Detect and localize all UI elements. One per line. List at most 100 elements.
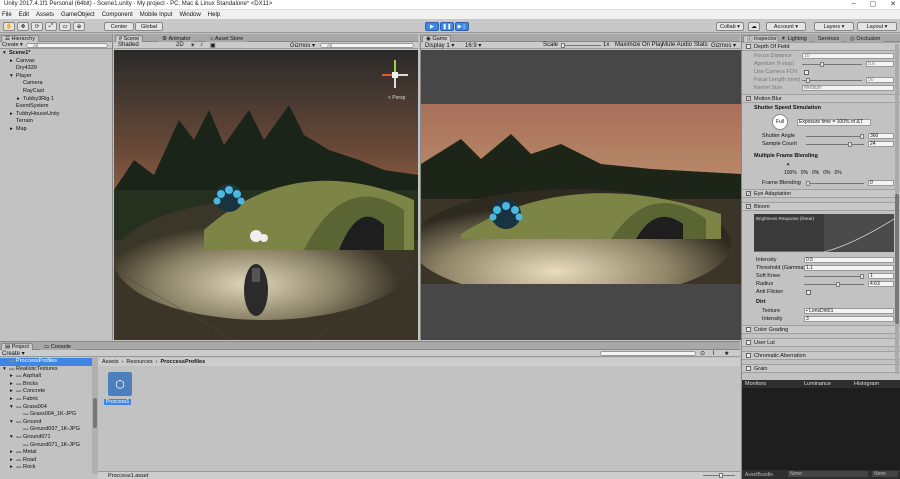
menu-edit[interactable]: Edit	[19, 12, 29, 18]
close-icon[interactable]: ✕	[890, 0, 896, 8]
grain-checkbox[interactable]	[746, 366, 751, 371]
favorite-star-icon[interactable]: ★	[724, 350, 729, 357]
hierarchy-item[interactable]: ▸ TubbyHouseUnity	[0, 111, 112, 119]
eye-adaptation-header[interactable]: ✓ Eye Adaptation	[742, 189, 900, 198]
play-button[interactable]: ▶	[425, 22, 439, 31]
sample-count-slider[interactable]	[806, 142, 864, 147]
motion-blur-header[interactable]: ✓ Motion Blur	[742, 94, 900, 103]
mode-2d-toggle[interactable]: 2D	[176, 42, 184, 48]
tab-lighting[interactable]: ☀ Lighting	[777, 35, 811, 42]
filter-by-type-icon[interactable]: ⊙	[700, 350, 705, 357]
project-tree-item[interactable]: ▸ ▬ Metal	[0, 449, 92, 457]
hierarchy-item[interactable]: Dry4339	[0, 65, 112, 73]
menu-help[interactable]: Help	[208, 12, 220, 18]
tab-project[interactable]: ▤ Project	[1, 343, 33, 350]
tab-console[interactable]: ▭ Console	[40, 343, 75, 350]
sample-count-field[interactable]: 24	[868, 141, 894, 147]
project-tree-item[interactable]: ▸ ▬ Rock	[0, 464, 92, 472]
tab-inspector[interactable]: ⓘ Inspector	[743, 35, 781, 43]
project-tree-item[interactable]: ▸ ▬ Road	[0, 457, 92, 465]
transform-tool-icon[interactable]: ⊕	[73, 22, 85, 31]
frame-blending-field[interactable]: 0	[868, 180, 894, 186]
hierarchy-item[interactable]: ▸ Map	[0, 126, 112, 134]
rect-tool-icon[interactable]: ▭	[59, 22, 71, 31]
minimize-icon[interactable]: –	[852, 0, 856, 8]
shutter-angle-field[interactable]: 360	[868, 133, 894, 139]
use-camera-fov-checkbox[interactable]	[804, 69, 809, 75]
rotate-tool-icon[interactable]: ⟳	[31, 22, 43, 31]
bloom-intensity-field[interactable]: 0.5	[804, 257, 894, 263]
layout-dropdown[interactable]: Layout ▾	[857, 22, 897, 31]
maximize-on-play-toggle[interactable]: Maximize On Play	[615, 42, 663, 48]
display-dropdown[interactable]: Display 1 ▾	[425, 42, 454, 49]
hand-tool-icon[interactable]: ✋	[3, 22, 15, 31]
maximize-icon[interactable]: ▢	[870, 0, 877, 8]
focal-length-field[interactable]: 50	[866, 77, 894, 83]
kernel-size-dropdown[interactable]: Medium	[802, 85, 894, 91]
project-tree-item[interactable]: ▸ ▬ Asphalt	[0, 373, 92, 381]
dirt-texture-field[interactable]: ▪ LensDirt01	[804, 308, 894, 314]
stats-toggle[interactable]: Stats	[694, 42, 708, 48]
step-button[interactable]: ▶❘	[455, 22, 469, 31]
menu-assets[interactable]: Assets	[36, 12, 54, 18]
tab-monitors[interactable]: Monitors	[745, 381, 766, 387]
menu-gameobject[interactable]: GameObject	[61, 12, 95, 18]
shutter-angle-slider[interactable]	[806, 134, 864, 139]
cloud-icon[interactable]: ☁	[748, 22, 760, 31]
pivot-global-button[interactable]: Global	[135, 22, 163, 31]
project-create-button[interactable]: Create ▾	[2, 350, 25, 357]
chromatic-aberration-header[interactable]: Chromatic Aberration	[742, 351, 900, 360]
project-tree-item[interactable]: ▾ ▬ Grass004	[0, 404, 92, 412]
hierarchy-item[interactable]: RayCast	[0, 88, 112, 96]
icon-size-slider[interactable]	[703, 473, 735, 478]
layers-dropdown[interactable]: Layers ▾	[814, 22, 854, 31]
scale-tool-icon[interactable]: ⤢	[45, 22, 57, 31]
menu-file[interactable]: File	[2, 12, 12, 18]
scene-audio-icon[interactable]: ♪	[200, 42, 203, 48]
color-grading-checkbox[interactable]	[746, 327, 751, 332]
menu-mobile-input[interactable]: Mobile Input	[140, 12, 173, 18]
tab-occlusion[interactable]: ◎ Occlusion	[846, 35, 885, 42]
chromatic-aberration-checkbox[interactable]	[746, 353, 751, 358]
grain-header[interactable]: Grain	[742, 364, 900, 373]
monitor-histogram-dropdown[interactable]: Histogram	[854, 381, 879, 387]
tab-hierarchy[interactable]: ☰ Hierarchy	[1, 35, 40, 42]
project-tree-item[interactable]: ▾ ▬ RealisticTextures	[0, 366, 92, 374]
aspect-dropdown[interactable]: 16:9 ▾	[465, 42, 481, 49]
asset-name-label[interactable]: Proccess1	[104, 399, 132, 405]
menu-component[interactable]: Component	[102, 12, 133, 18]
hierarchy-item[interactable]: Terrain	[0, 118, 112, 126]
shading-mode-dropdown[interactable]: Shaded	[118, 42, 139, 48]
hierarchy-item[interactable]: ▾ Player	[0, 73, 112, 81]
hierarchy-item[interactable]: ▸ Tubby3Rig 1	[0, 96, 112, 104]
tab-scene[interactable]: # Scene	[115, 35, 144, 42]
color-grading-header[interactable]: Color Grading	[742, 325, 900, 334]
project-tree-item[interactable]: ▬ Grass004_1K-JPG	[0, 411, 92, 419]
unity-asset-icon[interactable]: ⬡	[108, 372, 132, 396]
scene-search-input[interactable]: All	[320, 43, 414, 48]
bloom-checkbox[interactable]: ✓	[746, 204, 751, 209]
account-dropdown[interactable]: Account ▾	[766, 22, 806, 31]
assetbundle-name-dropdown[interactable]: None	[788, 471, 868, 477]
collab-button[interactable]: Collab ▾	[716, 22, 744, 31]
project-tree-item[interactable]: ▾ ▬ Ground071	[0, 434, 92, 442]
aperture-field[interactable]: 5.6	[866, 61, 894, 67]
breadcrumb-current[interactable]: ProccessProfiles	[161, 359, 206, 365]
mute-audio-toggle[interactable]: Mute Audio	[662, 42, 692, 48]
bloom-header[interactable]: ✓ Bloom	[742, 202, 900, 211]
game-gizmos-dropdown[interactable]: Gizmos ▾	[711, 42, 736, 49]
hierarchy-item[interactable]: EventSystem	[0, 103, 112, 111]
soft-knee-slider[interactable]	[804, 274, 864, 279]
anti-flicker-checkbox[interactable]	[806, 289, 811, 295]
hierarchy-item[interactable]: Camera	[0, 80, 112, 88]
project-tree-item[interactable]: ▸ ▬ Bricks	[0, 381, 92, 389]
scene-viewport[interactable]: < Persp	[114, 50, 418, 340]
dof-checkbox[interactable]	[746, 44, 751, 49]
user-lut-header[interactable]: User Lut	[742, 338, 900, 347]
motion-blur-checkbox[interactable]: ✓	[746, 96, 751, 101]
project-tree-item[interactable]: ▬ Ground037_1K-JPG	[0, 426, 92, 434]
eye-adaptation-checkbox[interactable]: ✓	[746, 191, 751, 196]
project-tree-item[interactable]: ▬ Ground071_1K-JPG	[0, 442, 92, 450]
tab-services[interactable]: Services	[814, 35, 844, 42]
focal-length-slider[interactable]	[802, 78, 862, 83]
